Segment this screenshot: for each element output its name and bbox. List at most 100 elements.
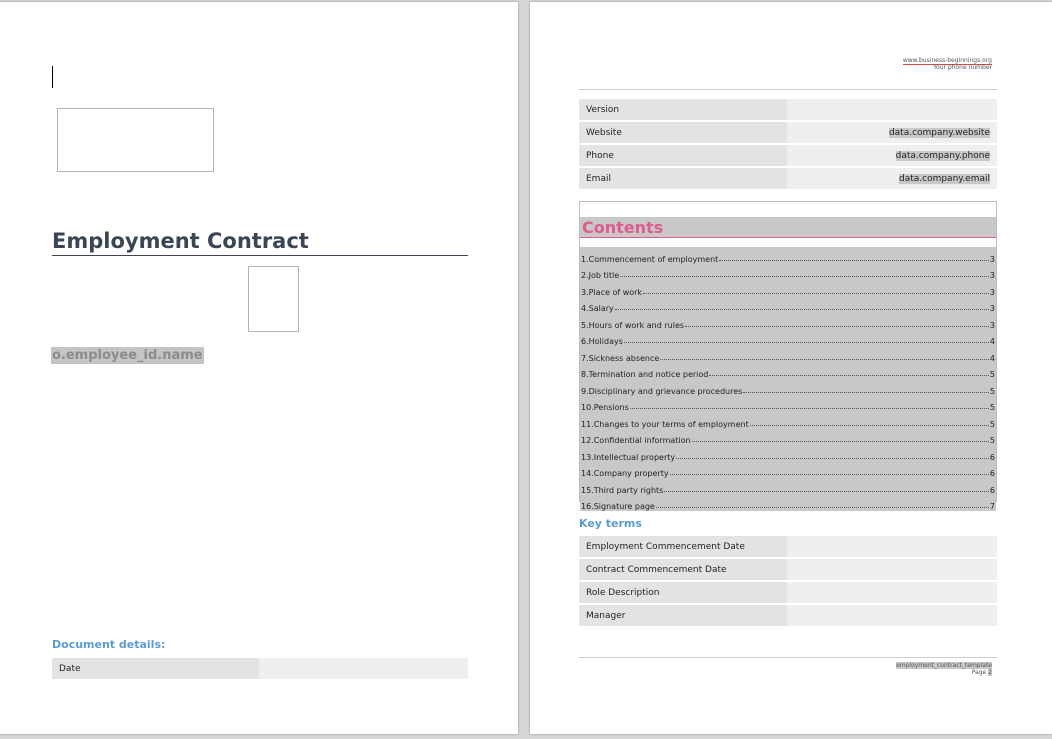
toc-entry[interactable]: 3.Place of work 3: [580, 280, 996, 297]
toc-entry-label: 13.Intellectual property: [581, 452, 676, 462]
table-row: Version: [579, 99, 997, 120]
document-details-heading: Document details:: [52, 638, 166, 651]
toc-entry-page: 3: [989, 287, 995, 297]
toc-entry[interactable]: 12.Confidential information 5: [580, 429, 996, 445]
toc-entry-page: 4: [989, 353, 995, 363]
document-details-table: Date: [52, 656, 468, 681]
toc-entry[interactable]: 14.Company property 6: [580, 462, 996, 478]
footer-page-number: 2: [988, 669, 992, 676]
toc-entry-label: 2.Job title: [581, 271, 620, 280]
toc-entry-page: 6: [989, 452, 995, 462]
table-row: Employment Commencement Date: [579, 536, 997, 557]
toc-entry-page: 3: [989, 271, 995, 280]
toc-entry[interactable]: 16.Signature page 7: [580, 495, 996, 511]
table-row: Contract Commencement Date: [579, 559, 997, 580]
toc-entry-page: 6: [989, 485, 995, 495]
phone-field[interactable]: data.company.phone: [895, 150, 990, 161]
website-field[interactable]: data.company.website: [888, 127, 990, 138]
role-description-label: Role Description: [579, 582, 787, 603]
toc-entry-page: 5: [989, 370, 995, 379]
toc-dot-leader: [629, 408, 989, 409]
contract-commencement-value[interactable]: [787, 559, 997, 580]
employment-commencement-label: Employment Commencement Date: [579, 536, 787, 557]
version-value[interactable]: [787, 99, 997, 120]
toc-dot-leader: [664, 490, 989, 492]
toc-entry[interactable]: 7.Sickness absence 4: [580, 346, 996, 363]
company-info-table: Version Website data.company.website Pho…: [579, 97, 997, 191]
toc-dot-leader: [643, 292, 989, 294]
phone-label: Phone: [579, 145, 787, 166]
toc-entry-label: 1.Commencement of employment: [581, 254, 719, 264]
toc-entry[interactable]: 8.Termination and notice period 5: [580, 363, 996, 379]
footer-page-label: Page: [971, 669, 987, 676]
toc-dot-leader: [623, 342, 989, 343]
table-row: Role Description: [579, 582, 997, 603]
toc-dot-leader: [620, 276, 989, 277]
toc-entry-page: 5: [989, 436, 995, 445]
employee-photo-placeholder[interactable]: [248, 266, 299, 332]
toc-entry-label: 12.Confidential information: [581, 436, 691, 445]
website-value[interactable]: data.company.website: [787, 122, 997, 143]
toc-entry[interactable]: 5.Hours of work and rules 3: [580, 313, 996, 330]
toc-dot-leader: [669, 474, 989, 475]
website-label: Website: [579, 122, 787, 143]
table-row: Phone data.company.phone: [579, 145, 997, 166]
phone-value[interactable]: data.company.phone: [787, 145, 997, 166]
toc-entry[interactable]: 2.Job title 3: [580, 264, 996, 280]
header-divider: [579, 89, 997, 90]
toc-dot-leader: [691, 441, 989, 442]
toc-entry-label: 10.Pensions: [581, 403, 629, 412]
page-header: www.business-beginnings.org Your phone n…: [902, 57, 992, 71]
toc-entry-page: 3: [989, 304, 995, 313]
contract-commencement-label: Contract Commencement Date: [579, 559, 787, 580]
toc-dot-leader: [676, 457, 989, 459]
toc-dot-leader: [660, 358, 989, 360]
employee-name-field[interactable]: o.employee_id.name: [51, 347, 204, 364]
toc-entry[interactable]: 10.Pensions 5: [580, 396, 996, 412]
toc-entries: 1.Commencement of employment 3 2.Job title…: [580, 247, 996, 511]
toc-entry[interactable]: 11.Changes to your terms of employment 5: [580, 412, 996, 429]
toc-dot-leader: [719, 259, 989, 261]
toc-entry-label: 7.Sickness absence: [581, 353, 660, 363]
role-description-value[interactable]: [787, 582, 997, 603]
cover-page: Employment Contract o.employee_id.name D…: [0, 2, 518, 734]
toc-entry[interactable]: 6.Holidays 4: [580, 330, 996, 346]
document-title[interactable]: Employment Contract: [52, 228, 468, 256]
manager-value[interactable]: [787, 605, 997, 626]
toc-entry-page: 5: [989, 403, 995, 412]
toc-entry-page: 5: [989, 419, 995, 429]
header-phone: Your phone number: [933, 64, 992, 71]
toc-entry[interactable]: 4.Salary 3: [580, 297, 996, 313]
footer-divider: [579, 657, 997, 658]
date-value-cell[interactable]: [259, 658, 468, 679]
toc-dot-leader: [749, 424, 989, 426]
email-field[interactable]: data.company.email: [898, 173, 990, 184]
toc-entry[interactable]: 9.Disciplinary and grievance procedures 5: [580, 379, 996, 396]
toc-entry-page: 4: [989, 337, 995, 346]
toc-entry-label: 8.Termination and notice period: [581, 370, 709, 379]
table-of-contents: Contents 1.Commencement of employment 3 2.…: [579, 201, 997, 511]
toc-entry[interactable]: 1.Commencement of employment 3: [580, 247, 996, 264]
table-row: Date: [52, 658, 468, 679]
toc-entry[interactable]: 13.Intellectual property 6: [580, 445, 996, 462]
table-row: Manager: [579, 605, 997, 626]
toc-entry-page: 6: [989, 469, 995, 478]
toc-entry-label: 16.Signature page: [581, 502, 655, 511]
toc-dot-leader: [709, 375, 989, 376]
toc-entry-label: 9.Disciplinary and grievance procedures: [581, 386, 743, 396]
email-value[interactable]: data.company.email: [787, 168, 997, 189]
page-footer: employment_contract_template Page 2: [896, 662, 992, 676]
contents-page: www.business-beginnings.org Your phone n…: [530, 2, 1052, 734]
toc-entry-page: 7: [989, 502, 995, 511]
table-row: Website data.company.website: [579, 122, 997, 143]
toc-entry-label: 15.Third party rights: [581, 485, 664, 495]
email-label: Email: [579, 168, 787, 189]
toc-entry-page: 3: [989, 254, 995, 264]
employment-commencement-value[interactable]: [787, 536, 997, 557]
company-logo-placeholder[interactable]: [57, 108, 214, 172]
toc-dot-leader: [614, 309, 989, 310]
footer-template-name: employment_contract_template: [896, 662, 992, 669]
manager-label: Manager: [579, 605, 787, 626]
toc-entry[interactable]: 15.Third party rights 6: [580, 478, 996, 495]
toc-dot-leader: [743, 391, 989, 393]
